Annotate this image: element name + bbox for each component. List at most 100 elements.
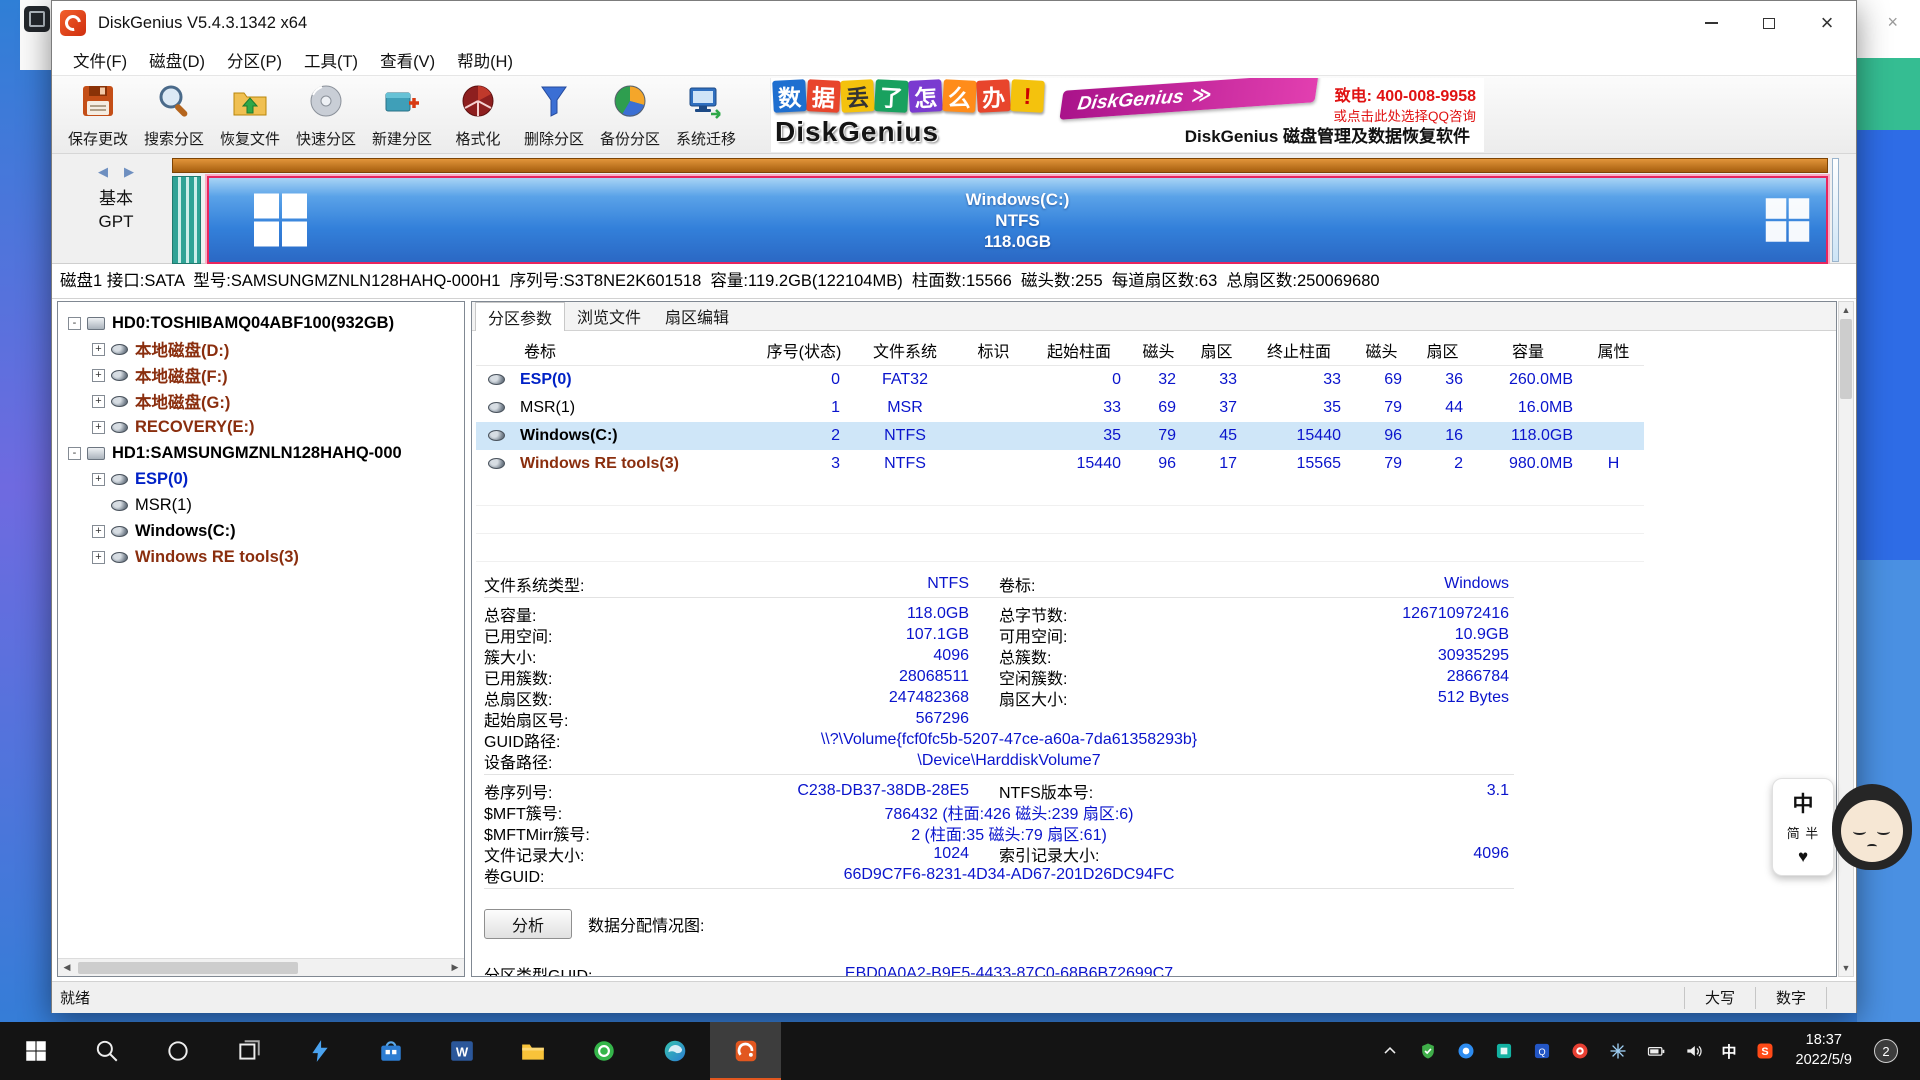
selected-partition-bar[interactable]: Windows(C:) NTFS 118.0GB: [207, 176, 1828, 264]
taskbar-start-button[interactable]: [0, 1022, 71, 1080]
toolbar-button-quick[interactable]: 快速分区: [288, 78, 364, 152]
collapse-toggle-icon[interactable]: -: [68, 447, 81, 460]
tree-item[interactable]: +本地磁盘(D:): [58, 336, 464, 362]
table-row[interactable]: ESP(0)0FAT3203233336936260.0MB: [476, 365, 1644, 394]
taskbar-greenbrowser-button[interactable]: [568, 1022, 639, 1080]
toolbar-button-search[interactable]: 搜索分区: [136, 78, 212, 152]
tree-item[interactable]: +RECOVERY(E:): [58, 414, 464, 440]
ime-skin-heart-icon[interactable]: ♥: [1798, 847, 1808, 867]
column-header[interactable]: 容量: [1473, 335, 1583, 365]
tray-caret-icon[interactable]: [1371, 1041, 1409, 1061]
tree-item[interactable]: -HD1:SAMSUNGMZNLN128HAHQ-000: [58, 440, 464, 466]
toolbar-button-save[interactable]: 保存更改: [60, 78, 136, 152]
tree-item[interactable]: -HD0:TOSHIBAMQ04ABF100(932GB): [58, 310, 464, 336]
column-header[interactable]: 扇区: [1186, 335, 1247, 365]
expand-toggle-icon[interactable]: +: [92, 525, 105, 538]
column-header[interactable]: 扇区: [1412, 335, 1473, 365]
next-disk-arrow-icon[interactable]: ▶: [124, 164, 134, 180]
tray-circle-red-icon[interactable]: [1561, 1041, 1599, 1061]
column-header[interactable]: 卷标: [476, 335, 758, 365]
taskbar-clock[interactable]: 18:37 2022/5/9: [1784, 1031, 1864, 1070]
menu-bar: 文件(F)磁盘(D)分区(P)工具(T)查看(V)帮助(H): [52, 45, 1856, 76]
tree-item[interactable]: +本地磁盘(G:): [58, 388, 464, 414]
scroll-up-arrow-icon[interactable]: ▲: [1839, 302, 1853, 315]
expand-toggle-icon[interactable]: +: [92, 343, 105, 356]
analyze-button[interactable]: 分析: [484, 909, 572, 939]
toolbar-button-format[interactable]: 格式化: [440, 78, 516, 152]
menu-item[interactable]: 文件(F): [62, 45, 138, 75]
table-row[interactable]: Windows RE tools(3)3NTFS1544096171556579…: [476, 450, 1644, 478]
menu-item[interactable]: 查看(V): [369, 45, 446, 75]
tray-sogou-icon[interactable]: S: [1746, 1041, 1784, 1061]
scroll-right-arrow-icon[interactable]: ▶: [446, 962, 464, 973]
menu-item[interactable]: 分区(P): [216, 45, 293, 75]
taskbar-taskview-button[interactable]: [213, 1022, 284, 1080]
table-row[interactable]: MSR(1)1MSR33693735794416.0MB: [476, 394, 1644, 422]
notification-badge[interactable]: 2: [1874, 1039, 1898, 1063]
column-header[interactable]: 序号(状态): [758, 335, 850, 365]
menu-item[interactable]: 磁盘(D): [138, 45, 216, 75]
taskbar-edge-button[interactable]: [639, 1022, 710, 1080]
tray-ime-cn-icon[interactable]: 中: [1713, 1041, 1746, 1062]
panel-vertical-scrollbar[interactable]: ▲ ▼: [1838, 301, 1854, 977]
taskbar-flash-button[interactable]: [284, 1022, 355, 1080]
expand-toggle-icon[interactable]: +: [92, 473, 105, 486]
maximize-button[interactable]: [1740, 1, 1798, 45]
column-header[interactable]: 文件系统: [850, 335, 960, 365]
tree-item[interactable]: +本地磁盘(F:): [58, 362, 464, 388]
column-header[interactable]: 属性: [1583, 335, 1644, 365]
tree-item[interactable]: +Windows RE tools(3): [58, 544, 464, 570]
close-button[interactable]: ×: [1798, 1, 1856, 45]
collapse-toggle-icon[interactable]: -: [68, 317, 81, 330]
table-row[interactable]: Windows(C:)2NTFS357945154409616118.0GB: [476, 422, 1644, 450]
column-header[interactable]: 终止柱面: [1247, 335, 1351, 365]
expand-toggle-icon[interactable]: +: [92, 395, 105, 408]
taskbar-search-button[interactable]: [71, 1022, 142, 1080]
taskbar-explorer-button[interactable]: [497, 1022, 568, 1080]
column-header[interactable]: 磁头: [1131, 335, 1186, 365]
ad-banner[interactable]: 数据丢了怎么办! DiskGenius DiskGenius ≫ 致电: 400…: [770, 78, 1484, 152]
tray-battery-icon[interactable]: [1637, 1041, 1675, 1061]
expand-toggle-icon[interactable]: +: [92, 421, 105, 434]
menu-item[interactable]: 工具(T): [293, 45, 369, 75]
toolbar-button-delete[interactable]: 删除分区: [516, 78, 592, 152]
horizontal-scroll-thumb[interactable]: [78, 962, 298, 974]
tree-horizontal-scrollbar[interactable]: ◀ ▶: [58, 958, 464, 976]
scroll-down-arrow-icon[interactable]: ▼: [1839, 960, 1853, 976]
tray-circle-blue-icon[interactable]: [1447, 1041, 1485, 1061]
prev-disk-arrow-icon[interactable]: ◀: [98, 164, 108, 180]
ime-shape-indicator[interactable]: 简 半: [1787, 823, 1820, 842]
column-header[interactable]: 起始柱面: [1027, 335, 1131, 365]
tray-square-teal-icon[interactable]: [1485, 1041, 1523, 1061]
tree-item[interactable]: MSR(1): [58, 492, 464, 518]
tab-item[interactable]: 扇区编辑: [653, 302, 741, 330]
expand-toggle-icon[interactable]: +: [92, 551, 105, 564]
adjacent-partition-bar[interactable]: [172, 176, 201, 264]
tab-active[interactable]: 分区参数: [475, 302, 565, 331]
toolbar-button-recover[interactable]: 恢复文件: [212, 78, 288, 152]
taskbar-cortana-button[interactable]: [142, 1022, 213, 1080]
ime-toolbar[interactable]: 中 简 半 ♥: [1772, 778, 1834, 876]
tray-volume-icon[interactable]: [1675, 1041, 1713, 1061]
tree-item[interactable]: +Windows(C:): [58, 518, 464, 544]
toolbar-button-migrate[interactable]: 系统迁移: [668, 78, 744, 152]
taskbar-store-button[interactable]: [355, 1022, 426, 1080]
tray-shield-green-icon[interactable]: [1409, 1041, 1447, 1061]
disk-capacity-bar[interactable]: [172, 158, 1828, 173]
taskbar-word-button[interactable]: W: [426, 1022, 497, 1080]
minimize-button[interactable]: [1682, 1, 1740, 45]
column-header[interactable]: 标识: [960, 335, 1027, 365]
tray-square-blue-icon[interactable]: Q: [1523, 1041, 1561, 1061]
expand-toggle-icon[interactable]: +: [92, 369, 105, 382]
tree-item[interactable]: +ESP(0): [58, 466, 464, 492]
tray-snowflake-icon[interactable]: [1599, 1041, 1637, 1061]
ime-mode-indicator[interactable]: 中: [1793, 788, 1814, 818]
toolbar-button-newpart[interactable]: 新建分区: [364, 78, 440, 152]
scroll-left-arrow-icon[interactable]: ◀: [58, 962, 76, 973]
menu-item[interactable]: 帮助(H): [446, 45, 524, 75]
column-header[interactable]: 磁头: [1351, 335, 1412, 365]
vertical-scroll-thumb[interactable]: [1840, 319, 1852, 399]
tab-item[interactable]: 浏览文件: [565, 302, 653, 330]
toolbar-button-backup[interactable]: 备份分区: [592, 78, 668, 152]
taskbar-diskgenius-button[interactable]: [710, 1022, 781, 1080]
